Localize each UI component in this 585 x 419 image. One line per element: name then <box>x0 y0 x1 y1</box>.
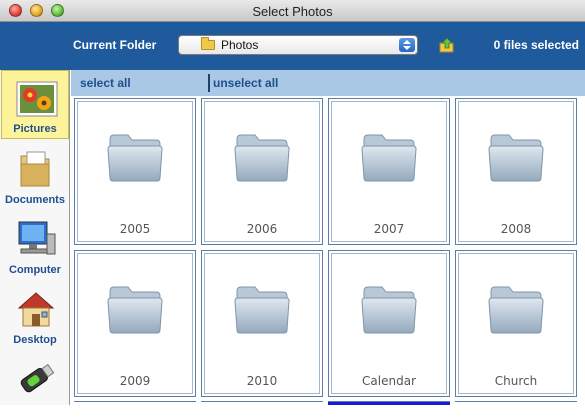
folder-tile-calendar[interactable]: Calendar <box>328 250 450 397</box>
folder-name: Calendar <box>362 374 416 388</box>
usb-drive-icon <box>20 363 55 393</box>
folder-tile-2006[interactable]: 2006 <box>201 98 323 245</box>
folder-icon <box>107 134 163 182</box>
sidebar-item-usb-drive[interactable] <box>1 350 69 419</box>
sidebar-item-label: Documents <box>5 194 65 206</box>
toolbar: Current Folder Photos 0 files selected <box>0 22 585 70</box>
folder-icon <box>488 134 544 182</box>
desktop-icon <box>17 292 55 327</box>
folder-icon <box>488 286 544 334</box>
folder-tile-2008[interactable]: 2008 <box>455 98 577 245</box>
sidebar-item-label: Pictures <box>13 123 57 135</box>
sidebar-item-label: Computer <box>9 264 61 276</box>
current-folder-value: Photos <box>221 38 259 52</box>
folder-tile-partial[interactable] <box>74 401 196 405</box>
sidebar-item-computer[interactable]: Computer <box>1 210 69 279</box>
folder-name: 2008 <box>500 222 532 236</box>
folder-tile-partial-selected[interactable] <box>328 401 450 405</box>
title-bar: Select Photos <box>0 0 585 22</box>
folder-icon <box>234 286 290 334</box>
files-selected-count: 0 files selected <box>493 38 579 52</box>
folder-icon <box>201 37 215 50</box>
divider <box>208 74 210 92</box>
folder-name: Church <box>494 374 538 388</box>
documents-icon <box>20 151 50 187</box>
folder-icon <box>234 134 290 182</box>
sidebar-item-documents[interactable]: Documents <box>1 140 69 209</box>
folder-tile-partial[interactable] <box>201 401 323 405</box>
sidebar-item-pictures[interactable]: Pictures <box>1 70 69 139</box>
folder-icon <box>107 286 163 334</box>
window-title: Select Photos <box>252 4 333 19</box>
computer-icon <box>18 221 56 255</box>
folder-name: 2010 <box>246 374 278 388</box>
parent-folder-icon[interactable] <box>439 37 455 53</box>
folder-icon <box>361 286 417 334</box>
folder-tile-2005[interactable]: 2005 <box>74 98 196 245</box>
folder-name: 2005 <box>119 222 151 236</box>
unselect-all-link[interactable]: unselect all <box>213 76 278 90</box>
select-arrows-icon <box>399 38 415 52</box>
selection-action-bar: select all unselect all <box>71 70 585 96</box>
folder-tile-partial[interactable] <box>455 401 577 405</box>
sidebar: Pictures Documents Computer Desktop <box>0 70 70 405</box>
folder-tile-2009[interactable]: 2009 <box>74 250 196 397</box>
select-all-link[interactable]: select all <box>80 76 131 90</box>
folder-tile-2010[interactable]: 2010 <box>201 250 323 397</box>
folder-tile-2007[interactable]: 2007 <box>328 98 450 245</box>
current-folder-select[interactable]: Photos <box>178 35 418 55</box>
folder-tile-church[interactable]: Church <box>455 250 577 397</box>
sidebar-item-label: Desktop <box>13 334 57 346</box>
current-folder-label: Current Folder <box>73 38 157 52</box>
folder-name: 2007 <box>373 222 405 236</box>
pictures-icon <box>16 81 58 117</box>
folder-name: 2009 <box>119 374 151 388</box>
folder-name: 2006 <box>246 222 278 236</box>
folder-icon <box>361 134 417 182</box>
sidebar-item-desktop[interactable]: Desktop <box>1 280 69 349</box>
folder-grid: 2005 2006 2007 2008 2009 2010 Calendar C… <box>71 96 585 405</box>
